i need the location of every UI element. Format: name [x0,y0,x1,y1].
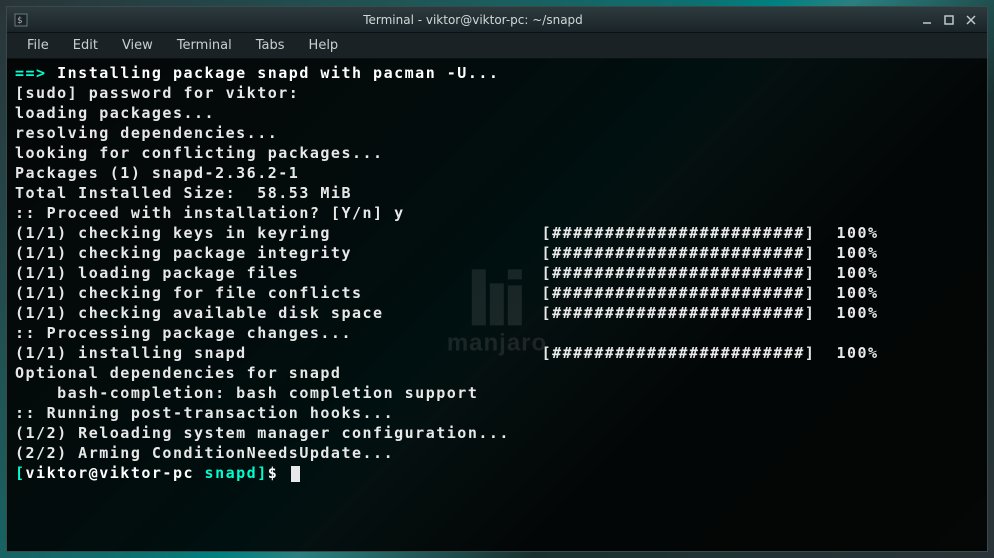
menu-tabs[interactable]: Tabs [244,34,297,57]
prompt-bracket: [ [15,464,26,482]
output-line: Optional dependencies for snapd [15,363,979,383]
output-line: Packages (1) snapd-2.36.2-1 [15,163,979,183]
titlebar[interactable]: $ Terminal - viktor@viktor-pc: ~/snapd [7,7,987,33]
prompt-cwd: snapd [194,464,257,482]
output-line: :: Running post-transaction hooks... [15,403,979,423]
progress-line: (1/1) checking for file conflicts [#####… [15,283,979,303]
progress-line: (1/1) loading package files [###########… [15,263,979,283]
menu-edit[interactable]: Edit [61,34,110,57]
progress-line: (1/1) installing snapd [################… [15,343,979,363]
output-line: bash-completion: bash completion support [15,383,979,403]
window-title: Terminal - viktor@viktor-pc: ~/snapd [29,13,917,27]
prompt-bracket: ] [257,464,268,482]
output-line: (2/2) Arming ConditionNeedsUpdate... [15,443,979,463]
output-line: looking for conflicting packages... [15,143,979,163]
cursor-icon [291,466,300,482]
progress-line: (1/1) checking keys in keyring [########… [15,223,979,243]
output-line: :: Processing package changes... [15,323,979,343]
menu-file[interactable]: File [15,34,61,57]
prompt-user: viktor@viktor-pc [26,464,195,482]
svg-text:$: $ [17,16,22,26]
progress-line: (1/1) checking available disk space [###… [15,303,979,323]
app-icon: $ [13,12,29,28]
output-line: loading packages... [15,103,979,123]
menu-view[interactable]: View [110,34,165,57]
minimize-button[interactable] [917,11,937,29]
menu-terminal[interactable]: Terminal [165,34,244,57]
heading-arrow: ==> [15,64,57,82]
progress-line: (1/1) checking package integrity [######… [15,243,979,263]
output-line: [sudo] password for viktor: [15,83,979,103]
output-line: resolving dependencies... [15,123,979,143]
prompt-line: [viktor@viktor-pc snapd]$ [15,463,979,483]
terminal-output[interactable]: manjaro ==> Installing package snapd wit… [7,59,987,551]
output-line: :: Proceed with installation? [Y/n] y [15,203,979,223]
menu-help[interactable]: Help [297,34,351,57]
maximize-button[interactable] [939,11,959,29]
output-line: (1/2) Reloading system manager configura… [15,423,979,443]
terminal-window: $ Terminal - viktor@viktor-pc: ~/snapd F… [6,6,988,552]
prompt-dollar: $ [268,464,289,482]
menubar: File Edit View Terminal Tabs Help [7,33,987,59]
close-button[interactable] [961,11,981,29]
output-line: Total Installed Size: 58.53 MiB [15,183,979,203]
install-heading: Installing package snapd with pacman -U.… [57,64,499,82]
